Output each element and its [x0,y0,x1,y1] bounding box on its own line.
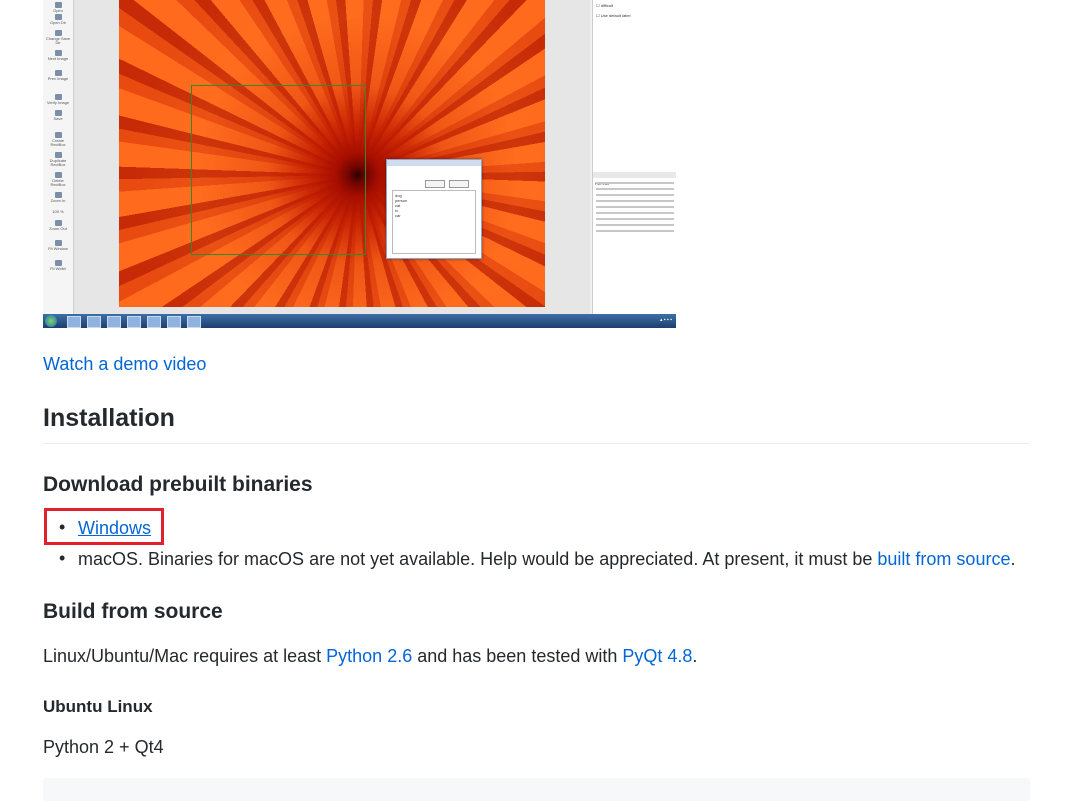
macos-text: macOS. Binaries for macOS are not yet av… [78,549,878,569]
app-icon [147,316,161,328]
heading-divider [43,443,1030,444]
python-link[interactable]: Python 2.6 [326,646,412,666]
tool-fit-width: Fit Width [45,260,71,271]
bullet-marker: • [59,548,66,568]
app-icon-2 [167,316,181,328]
tool-verify-image: Verify Image [45,94,71,105]
tool-zoom-in: Zoom In [45,192,71,203]
python-qt-paragraph: Python 2 + Qt4 [43,737,164,757]
build-requirements-paragraph: Linux/Ubuntu/Mac requires at least Pytho… [43,646,698,666]
app-toolbar: Open Open Dir Change Save Dir Next Image… [43,0,74,314]
tool-zoom-value: 100 % [52,209,64,214]
tool-next-image: Next Image [45,50,71,61]
tool-duplicate-rectbox: Duplicate RectBox [45,152,71,167]
code-block [43,778,1030,801]
ubuntu-linux-heading: Ubuntu Linux [43,697,153,716]
built-from-source-link[interactable]: built from source [877,549,1010,569]
tool-open: Open [45,2,71,13]
chrome-icon [107,316,121,328]
bounding-box [191,85,366,255]
app-side-panel: ☐ difficult ☐ Use default label File Lis… [592,0,676,314]
system-tray: ▴ ▪ ▪ ▪ [660,317,672,323]
app-icon-3 [187,316,201,328]
demo-screenshot-image: Open Open Dir Change Save Dir Next Image… [43,0,676,328]
tool-prev-image: Prev Image [45,70,71,81]
tool-zoom-out: Zoom Out [45,220,71,231]
media-icon [127,316,141,328]
tool-fit-window: Fit Window [45,240,71,251]
demo-video-link[interactable]: Watch a demo video [43,354,206,375]
macos-list-item: macOS. Binaries for macOS are not yet av… [78,549,1016,569]
installation-heading: Installation [43,404,175,432]
pyqt-link[interactable]: PyQt 4.8 [622,646,692,666]
tool-delete-rectbox: Delete RectBox [45,172,71,187]
build-from-source-heading: Build from source [43,600,223,623]
explorer-icon [87,316,101,328]
download-binaries-heading: Download prebuilt binaries [43,473,313,496]
start-orb-icon [45,315,57,327]
tool-create-rectbox: Create RectBox [45,132,71,147]
tool-save: Save [45,110,71,121]
label-dialog: dog person cat tv car [386,159,482,259]
tool-open-dir: Open Dir [45,14,71,25]
windows-taskbar: ▴ ▪ ▪ ▪ [43,314,676,328]
ie-icon [67,316,81,328]
tool-change-save-dir: Change Save Dir [45,30,71,45]
label-list: dog person cat tv car [392,190,476,254]
highlight-box [44,508,164,545]
